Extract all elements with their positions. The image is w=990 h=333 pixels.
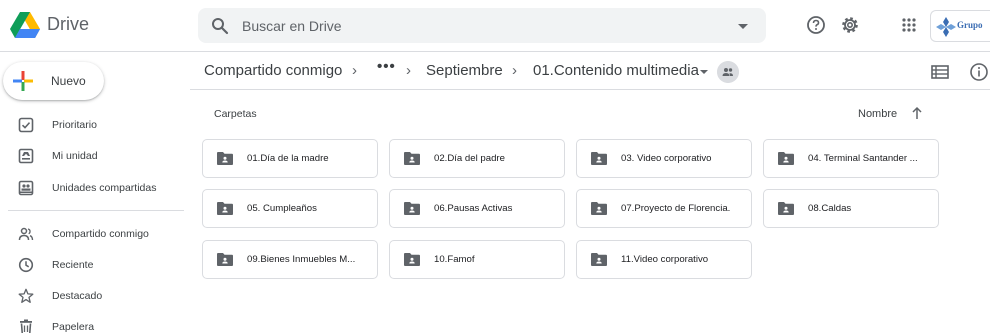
folder-name: 01.Día de la madre	[247, 153, 329, 164]
breadcrumb-item-shared-with-me[interactable]: Compartido conmigo	[204, 62, 342, 79]
folder-tile[interactable]: 01.Día de la madre	[202, 139, 378, 178]
breadcrumb-item-septiembre[interactable]: Septiembre	[426, 62, 503, 79]
shared-with-me-icon	[18, 227, 34, 241]
list-view-icon[interactable]	[931, 64, 949, 80]
arrow-up-icon[interactable]	[911, 106, 923, 120]
folder-tile[interactable]: 04. Terminal Santander ...	[763, 139, 939, 178]
shared-folder-icon	[404, 253, 420, 266]
chevron-right-icon: ›	[352, 62, 357, 79]
shared-folder-icon	[404, 152, 420, 165]
shared-folder-icon	[217, 152, 233, 165]
shared-folder-icon	[217, 253, 233, 266]
folder-name: 05. Cumpleaños	[247, 203, 317, 214]
folder-tile[interactable]: 02.Día del padre	[389, 139, 565, 178]
sidebar-item-label: Unidades compartidas	[52, 182, 157, 194]
plus-icon	[13, 71, 33, 91]
shared-folder-icon	[591, 202, 607, 215]
shared-folder-icon	[217, 202, 233, 215]
sidebar-item-label: Compartido conmigo	[52, 228, 149, 240]
shared-folder-icon	[778, 152, 794, 165]
new-button-label: Nuevo	[51, 74, 86, 88]
search-input[interactable]	[242, 16, 722, 36]
sidebar-item-shared-with-me[interactable]: Compartido conmigo	[0, 220, 190, 248]
info-icon[interactable]	[969, 62, 989, 82]
breadcrumb-overflow-button[interactable]: •••	[377, 58, 396, 75]
folder-menu-caret-icon[interactable]	[700, 70, 708, 74]
sidebar-item-starred[interactable]: Destacado	[0, 282, 190, 310]
chevron-right-icon: ›	[512, 62, 517, 79]
folder-name: 08.Caldas	[808, 203, 852, 214]
help-icon[interactable]	[803, 12, 829, 38]
folders-section-label: Carpetas	[214, 108, 257, 120]
my-drive-icon	[18, 148, 34, 164]
apps-grid-icon[interactable]	[896, 12, 922, 38]
priority-check-icon	[18, 117, 34, 133]
organization-logo-icon	[936, 17, 956, 37]
breadcrumb: Compartido conmigo › ••• › Septiembre › …	[190, 52, 990, 90]
app-name[interactable]: Drive	[47, 14, 89, 35]
folder-tile[interactable]: 05. Cumpleaños	[202, 189, 378, 228]
search-bar[interactable]	[198, 8, 766, 43]
organization-account-button[interactable]: Grupo	[930, 10, 990, 42]
folder-tile[interactable]: 03. Video corporativo	[576, 139, 752, 178]
shared-folder-people-icon[interactable]	[717, 61, 739, 83]
folder-tile[interactable]: 11.Video corporativo	[576, 240, 752, 279]
folder-tile[interactable]: 08.Caldas	[763, 189, 939, 228]
folder-name: 11.Video corporativo	[621, 254, 709, 265]
folder-name: 02.Día del padre	[434, 153, 505, 164]
shared-folder-icon	[591, 253, 607, 266]
folder-tile[interactable]: 06.Pausas Activas	[389, 189, 565, 228]
chevron-right-icon: ›	[406, 62, 411, 79]
folder-name: 07.Proyecto de Florencia.	[621, 203, 731, 214]
folder-tile[interactable]: 10.Famof	[389, 240, 565, 279]
shared-folder-icon	[404, 202, 420, 215]
folder-tile[interactable]: 09.Bienes Inmuebles M...	[202, 240, 378, 279]
sidebar-item-label: Mi unidad	[52, 150, 98, 162]
sidebar-item-shared-drives[interactable]: Unidades compartidas	[0, 174, 190, 202]
folder-tile[interactable]: 07.Proyecto de Florencia.	[576, 189, 752, 228]
sidebar-item-label: Prioritario	[52, 119, 97, 131]
sidebar-item-recent[interactable]: Reciente	[0, 251, 190, 279]
search-options-dropdown-icon[interactable]	[738, 24, 748, 29]
trash-icon	[20, 319, 32, 333]
sidebar-item-my-drive[interactable]: Mi unidad	[0, 142, 190, 170]
shared-folder-icon	[778, 202, 794, 215]
search-icon[interactable]	[211, 17, 229, 35]
sort-by-name-button[interactable]: Nombre	[858, 108, 897, 120]
folder-name: 06.Pausas Activas	[434, 203, 513, 214]
folder-name: 09.Bienes Inmuebles M...	[247, 254, 356, 265]
star-icon	[18, 288, 34, 303]
folder-name: 03. Video corporativo	[621, 153, 712, 164]
clock-icon	[18, 257, 34, 273]
settings-gear-icon[interactable]	[837, 12, 863, 38]
organization-name: Grupo	[957, 20, 983, 30]
sidebar-item-label: Reciente	[52, 259, 94, 271]
folder-name: 04. Terminal Santander ...	[808, 153, 918, 164]
top-bar: Drive Grupo	[0, 0, 990, 52]
sidebar-item-priority[interactable]: Prioritario	[0, 111, 190, 139]
shared-folder-icon	[591, 152, 607, 165]
breadcrumb-current-folder[interactable]: 01.Contenido multimedia	[533, 62, 699, 79]
new-button[interactable]: Nuevo	[3, 62, 104, 100]
sidebar-item-label: Destacado	[52, 290, 103, 302]
drive-logo-icon[interactable]	[10, 12, 40, 39]
folder-name: 10.Famof	[434, 254, 475, 265]
sidebar-divider	[8, 210, 184, 211]
sidebar-item-label: Papelera	[52, 321, 95, 333]
shared-drives-icon	[18, 180, 34, 196]
sidebar-item-trash[interactable]: Papelera	[0, 313, 190, 333]
